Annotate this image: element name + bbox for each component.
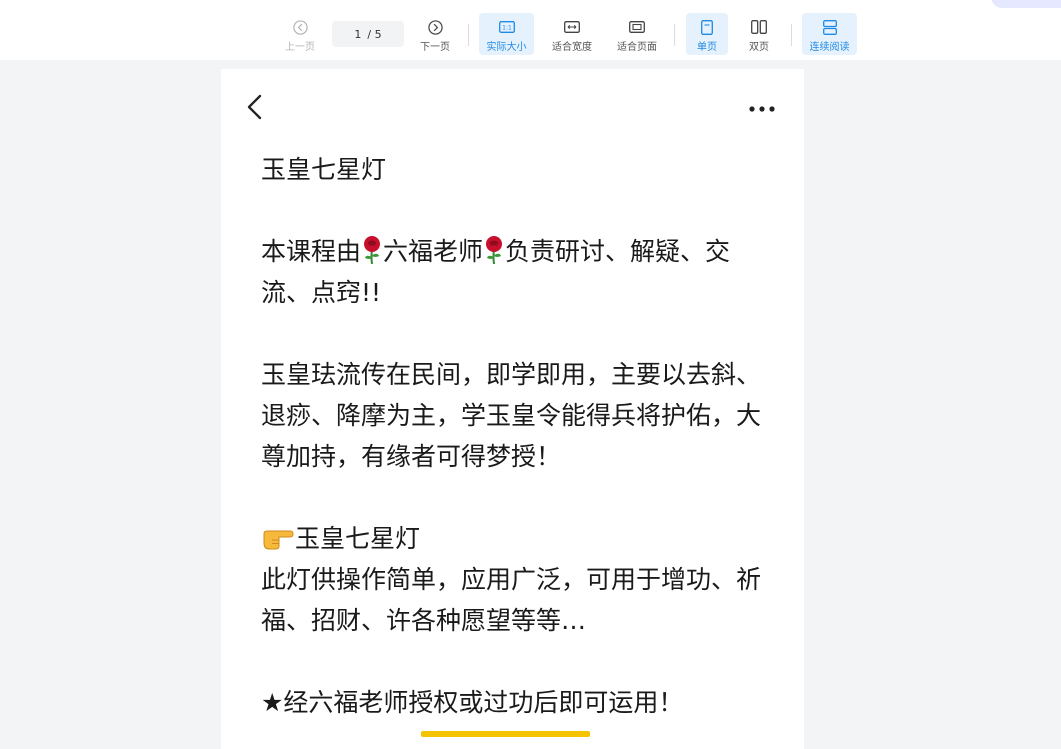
- fit-page-button[interactable]: 适合页面: [611, 13, 663, 55]
- svg-text:1:1: 1:1: [502, 25, 512, 32]
- document-title: 玉皇七星灯: [261, 155, 387, 184]
- prev-page-button[interactable]: 上一页: [278, 13, 322, 55]
- toolbar-divider: [674, 24, 675, 46]
- continuous-icon: [822, 19, 838, 35]
- next-page-label: 下一页: [420, 42, 450, 53]
- highlight-bar: [421, 731, 590, 737]
- double-page-label: 双页: [749, 42, 769, 53]
- corner-badge: [991, 0, 1061, 8]
- intro-text-before: 本课程由: [261, 237, 362, 266]
- actual-size-button[interactable]: 1:1 实际大小: [479, 13, 534, 55]
- rose-emoji-icon: [361, 235, 383, 265]
- intro-teacher-name: 六福老师: [383, 237, 484, 266]
- double-page-button[interactable]: 双页: [738, 13, 780, 55]
- toolbar-divider: [791, 24, 792, 46]
- toolbar-divider: [468, 24, 469, 46]
- fit-width-button[interactable]: 适合宽度: [546, 13, 598, 55]
- pdf-toolbar: 上一页 1 / 5 下一页 1:1 实际大小 适合宽度 适合页面 单页 双页 连…: [0, 0, 1061, 60]
- more-icon[interactable]: [746, 101, 780, 115]
- next-icon: [427, 19, 443, 35]
- lamp-heading: 玉皇七星灯: [261, 518, 771, 559]
- single-page-label: 单页: [697, 42, 717, 53]
- document-page: 玉皇七星灯 本课程由 六福老师 负责研讨、解疑、交流、点窍!! 玉皇珐流传在民间，即…: [221, 69, 804, 749]
- single-page-icon: [699, 19, 715, 35]
- continuous-label: 连续阅读: [809, 42, 850, 53]
- fit-width-icon: [564, 19, 580, 35]
- current-page[interactable]: 1: [354, 28, 361, 41]
- paragraph-practice: 玉皇珐流传在民间，即学即用，主要以去斜、退痧、降摩为主，学玉皇令能得兵将护佑，大…: [261, 360, 762, 471]
- fit-page-icon: [629, 19, 645, 35]
- lamp-description: 此灯供操作简单，应用广泛，可用于增功、祈福、招财、许各种愿望等等…: [261, 565, 762, 635]
- double-page-icon: [751, 19, 767, 35]
- continuous-reading-button[interactable]: 连续阅读: [802, 13, 857, 55]
- page-indicator[interactable]: 1 / 5: [332, 21, 404, 47]
- actual-size-label: 实际大小: [486, 42, 527, 53]
- lamp-heading-text: 玉皇七星灯: [295, 524, 421, 553]
- prev-page-label: 上一页: [285, 42, 315, 53]
- single-page-button[interactable]: 单页: [686, 13, 728, 55]
- actual-size-icon: 1:1: [498, 19, 515, 35]
- chevron-left-icon[interactable]: [245, 93, 265, 123]
- prev-icon: [292, 19, 308, 35]
- authorization-note: ★经六福老师授权或过功后即可运用！: [261, 688, 684, 717]
- next-page-button[interactable]: 下一页: [413, 13, 457, 55]
- fit-width-label: 适合宽度: [552, 42, 592, 53]
- pointing-hand-emoji-icon: [261, 522, 295, 550]
- document-content: 玉皇七星灯 本课程由 六福老师 负责研讨、解疑、交流、点窍!! 玉皇珐流传在民间，即…: [261, 149, 771, 723]
- fit-page-label: 适合页面: [617, 42, 657, 53]
- intro-paragraph: 本课程由 六福老师 负责研讨、解疑、交流、点窍!!: [261, 231, 771, 313]
- total-pages: / 5: [367, 27, 382, 41]
- rose-emoji-icon: [483, 235, 505, 265]
